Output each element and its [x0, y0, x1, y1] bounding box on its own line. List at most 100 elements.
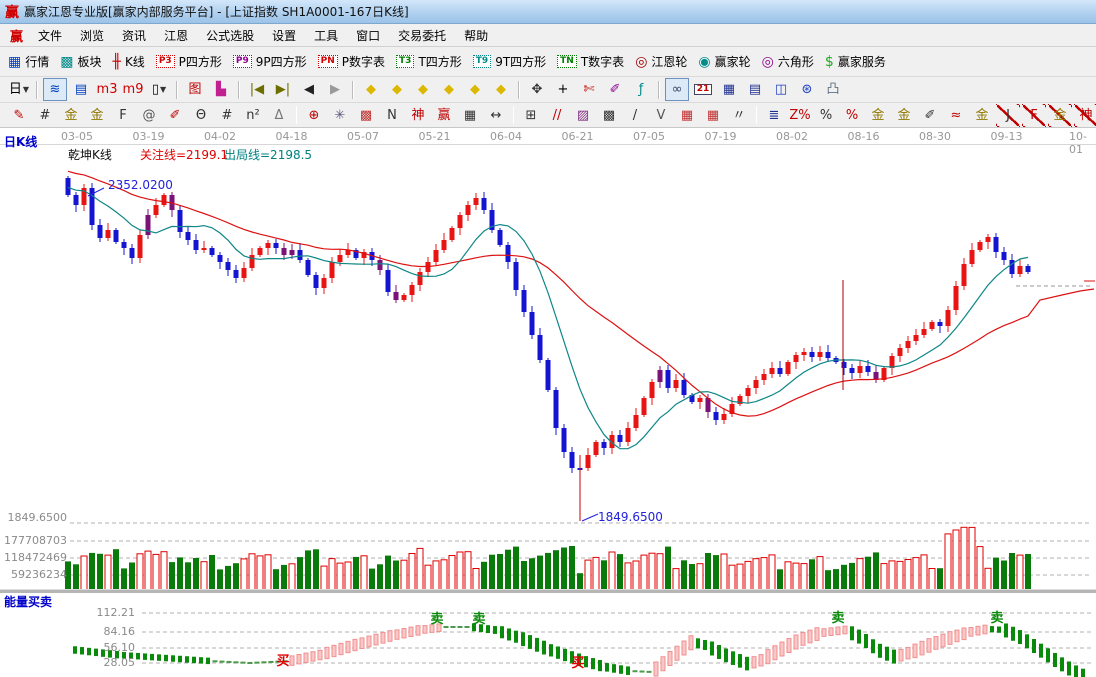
gold-line2-tool[interactable]: 金 — [970, 104, 994, 127]
time-lines-tool[interactable]: # — [215, 104, 239, 127]
p-square-button[interactable]: P3 P四方形 — [155, 53, 222, 70]
diamond-zoom-right-button[interactable]: ◆ — [385, 78, 409, 101]
angle-j-tool[interactable]: J — [996, 103, 1020, 127]
menu-window[interactable]: 窗口 — [347, 25, 389, 46]
percent-tool[interactable]: % — [814, 104, 838, 127]
zigzag-tool[interactable]: N — [380, 104, 404, 127]
dropdown-caret-icon: ▼ — [22, 84, 30, 94]
edit-purple-tool[interactable]: ✐ — [603, 78, 627, 101]
shen-tool[interactable]: 神 — [406, 104, 430, 127]
angle-ruler-tool-glyph: Δ — [274, 107, 284, 123]
trend-wave-icon[interactable]: ≋ — [43, 78, 67, 101]
gold-circle-tool[interactable]: 金 — [866, 104, 890, 127]
calendar-21-icon[interactable]: 21 — [691, 78, 715, 101]
find-binoculars-icon[interactable]: ∞ — [665, 78, 689, 101]
gann-fan-star-tool[interactable]: ✳ — [328, 104, 352, 127]
angle-gold-tool[interactable]: 金 — [1048, 103, 1072, 127]
angle-f-tool[interactable]: F — [1022, 103, 1046, 127]
diamond-full-button[interactable]: ◆ — [489, 78, 513, 101]
winner-service-button[interactable]: $ 赢家服务 — [825, 53, 886, 70]
menu-file[interactable]: 文件 — [29, 25, 71, 46]
fan-lines-tool[interactable]: // — [545, 104, 569, 127]
percent-zone-tool[interactable]: Z% — [788, 104, 812, 127]
kline-button[interactable]: ╫ K线 — [113, 53, 145, 70]
qiankun-chart-icon[interactable]: 图 — [183, 78, 207, 101]
wave-band-tool[interactable]: ≈ — [944, 104, 968, 127]
menu-help[interactable]: 帮助 — [455, 25, 497, 46]
gann-circle-tool[interactable]: Θ — [189, 104, 213, 127]
menu-formula-stock-pick[interactable]: 公式选股 — [197, 25, 263, 46]
gold-ratio-v-tool[interactable]: 金 — [85, 104, 109, 127]
p-number-table-button[interactable]: PN P数字表 — [317, 53, 385, 70]
diamond-expand-button[interactable]: ◆ — [411, 78, 435, 101]
red-grid-tool[interactable]: ▦ — [675, 104, 699, 127]
save-icon[interactable]: ◫ — [769, 78, 793, 101]
f10-report-icon[interactable]: ▤ — [69, 78, 93, 101]
parallel-lines-tool[interactable]: 〃 — [727, 104, 751, 127]
draw-pen-tool[interactable]: ✎ — [7, 104, 31, 127]
t-square-button[interactable]: T3 T四方形 — [396, 53, 462, 70]
network-icon[interactable]: ⊛ — [795, 78, 819, 101]
gold-line-tool[interactable]: 金 — [892, 104, 916, 127]
spiral-tool[interactable]: @ — [137, 104, 161, 127]
chart-3-icon[interactable]: m3 — [95, 78, 119, 101]
chart-9-icon[interactable]: m9 — [121, 78, 145, 101]
fibonacci-tool[interactable]: F — [111, 104, 135, 127]
gann-grid-box-tool[interactable]: ▩ — [354, 104, 378, 127]
win-tool[interactable]: 赢 — [432, 104, 456, 127]
9p-square-button[interactable]: P9 9P四方形 — [232, 53, 307, 70]
winner-wheel-button[interactable]: ◉ 赢家轮 — [698, 53, 750, 70]
next-bar-button[interactable]: ▶ — [323, 78, 347, 101]
9t-square-button[interactable]: T9 9T四方形 — [472, 53, 546, 70]
stats-table-tool[interactable]: ≣ — [762, 104, 786, 127]
candlestick — [809, 352, 815, 357]
sectors-button[interactable]: ▩ 板块 — [60, 53, 101, 70]
red-grid2-tool[interactable]: ▦ — [701, 104, 725, 127]
calculator-icon[interactable]: ▦ — [717, 78, 741, 101]
menu-browse[interactable]: 浏览 — [71, 25, 113, 46]
slant-line-tool[interactable]: / — [623, 104, 647, 127]
t-number-table-button[interactable]: TN T数字表 — [557, 53, 624, 70]
circle-cross-tool[interactable]: ⊕ — [302, 104, 326, 127]
h-expand-tool[interactable]: ↔ — [484, 104, 508, 127]
hatch-lines-tool[interactable]: # — [33, 104, 57, 127]
gold-ratio-h-tool[interactable]: 金 — [59, 104, 83, 127]
angle-shen-tool[interactable]: 神 — [1074, 103, 1096, 127]
delete-line-tool[interactable]: ✄ — [577, 78, 601, 101]
box-select-tool[interactable]: ⊞ — [519, 104, 543, 127]
fan-box-tool[interactable]: ▨ — [571, 104, 595, 127]
n-square-tool[interactable]: n² — [241, 104, 265, 127]
angle-ruler-tool[interactable]: Δ — [267, 104, 291, 127]
printer-icon[interactable]: 凸 — [821, 78, 845, 101]
v-zigzag-tool[interactable]: V — [649, 104, 673, 127]
jump-last-button[interactable]: ▶| — [271, 78, 295, 101]
prev-bar-button[interactable]: ◀ — [297, 78, 321, 101]
gann-wheel-button[interactable]: ◎ 江恩轮 — [635, 53, 687, 70]
menu-trade-delegate[interactable]: 交易委托 — [389, 25, 455, 46]
jump-first-button[interactable]: |◀ — [245, 78, 269, 101]
volume-bar — [601, 560, 607, 590]
crosshair-tool[interactable]: + — [551, 78, 575, 101]
dense-grid-tool[interactable]: ▦ — [458, 104, 482, 127]
period-day-dropdown[interactable]: 日 ▼ — [7, 78, 31, 101]
diamond-vertical-button[interactable]: ◆ — [463, 78, 487, 101]
pen2-tool[interactable]: ✐ — [163, 104, 187, 127]
candlestick — [857, 366, 863, 373]
formula-editor-icon[interactable]: ƒ — [629, 78, 653, 101]
candle-style-dropdown[interactable]: ▯ ▼ — [147, 78, 171, 101]
pen-chart-tool[interactable]: ✐ — [918, 104, 942, 127]
percent-line-tool[interactable]: % — [840, 104, 864, 127]
menu-settings[interactable]: 设置 — [263, 25, 305, 46]
menu-news[interactable]: 资讯 — [113, 25, 155, 46]
hand-pan-tool[interactable]: ✥ — [525, 78, 549, 101]
menu-gann[interactable]: 江恩 — [155, 25, 197, 46]
menu-tools[interactable]: 工具 — [305, 25, 347, 46]
web-box-tool[interactable]: ▩ — [597, 104, 621, 127]
memo-icon[interactable]: ▤ — [743, 78, 767, 101]
diamond-zoom-left-button[interactable]: ◆ — [359, 78, 383, 101]
chart-area[interactable]: 03-05 03-19 04-02 04-18 05-07 05-21 06-04 06-21… — [0, 128, 1096, 677]
diamond-compress-button[interactable]: ◆ — [437, 78, 461, 101]
hexagon-button[interactable]: ◎ 六角形 — [762, 53, 814, 70]
market-quotes-button[interactable]: ▦ 行情 — [8, 53, 49, 70]
volume-profile-icon[interactable]: ▙ — [209, 78, 233, 101]
